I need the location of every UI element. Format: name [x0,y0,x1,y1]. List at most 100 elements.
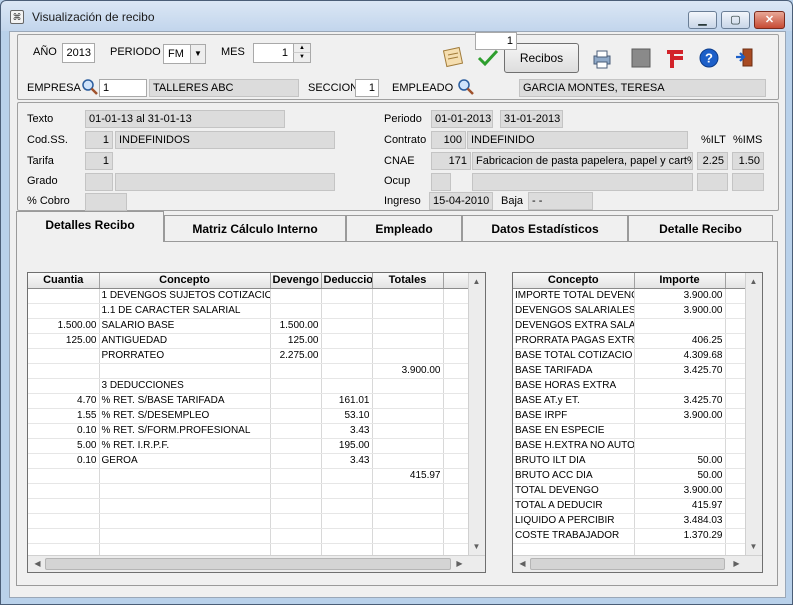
detail-grid[interactable]: CuantiaConceptoDevengoDeduccionTotales 1… [27,272,486,573]
scroll-up-icon[interactable]: ▲ [746,274,761,289]
table-row[interactable]: BRUTO ACC DIA 50.00 [513,468,746,484]
column-header[interactable]: Totales [372,273,444,289]
table-row[interactable]: DEVENGOS SALARIALES 3.900.00 [513,303,746,319]
scroll-left-icon[interactable]: ◀ [515,556,530,571]
column-header[interactable]: Devengo [270,273,322,289]
tab-detalle-recibo[interactable]: Detalle Recibo [628,215,773,241]
month-stepper[interactable]: 1 ▲ ▼ [253,43,311,63]
table-row[interactable]: BASE IRPF 3.900.00 [513,408,746,424]
column-header[interactable]: Deduccion [321,273,373,289]
table-row[interactable]: LIQUIDO A PERCIBIR 3.484.03 [513,513,746,529]
section-label: SECCION [308,82,359,94]
table-cell [270,423,322,439]
table-cell-filler [443,318,469,334]
table-cell [372,498,444,514]
table-cell [270,393,322,409]
table-cell [372,453,444,469]
scroll-down-icon[interactable]: ▼ [469,539,484,554]
table-row[interactable]: 1.1 DE CARACTER SALARIAL [28,303,469,319]
scroll-right-icon[interactable]: ▶ [729,556,744,571]
scroll-down-icon[interactable]: ▼ [746,539,761,554]
table-row[interactable]: TOTAL DEVENGO 3.900.00 [513,483,746,499]
table-row[interactable]: BASE HORAS EXTRA [513,378,746,394]
help-icon[interactable]: ? [699,48,723,72]
table-row[interactable]: PRORRATEO 2.275.00 [28,348,469,364]
summary-grid[interactable]: Concepto Importe IMPORTE TOTAL DEVENG 3.90… [512,272,763,573]
table-row[interactable]: 1.55% RET. S/DESEMPLEO 53.10 [28,408,469,424]
employee-code-input[interactable]: 1 [475,32,517,50]
ocup-ilt [697,173,728,191]
scroll-right-icon[interactable]: ▶ [452,556,467,571]
search-icon[interactable] [81,78,99,96]
scroll-thumb[interactable] [530,558,725,570]
column-header[interactable]: Concepto [99,273,271,289]
svg-text:?: ? [705,51,713,66]
column-header[interactable]: Concepto [513,273,635,289]
table-cell: BASE TARIFADA [513,363,635,379]
stepper-up-icon[interactable]: ▲ [293,44,310,53]
stop-icon[interactable] [630,48,654,72]
column-header[interactable]: Cuantia [28,273,100,289]
stepper-down-icon[interactable]: ▼ [293,53,310,62]
table-cell-filler [725,363,746,379]
minimize-button[interactable]: ▁ [688,11,717,29]
table-row[interactable]: PRORRATA PAGAS EXTRA 406.25 [513,333,746,349]
table-cell [28,363,100,379]
exit-icon[interactable] [734,47,758,71]
maximize-button[interactable]: ▢ [721,11,750,29]
table-row[interactable] [28,528,469,544]
table-row[interactable]: BASE H.EXTRA NO AUTO [513,438,746,454]
table-row[interactable]: DEVENGOS EXTRA SALAR [513,318,746,334]
summary-vscroll[interactable]: ▲ ▼ [745,273,762,555]
table-row[interactable]: 0.10 GEROA 3.43 [28,453,469,469]
company-code-input[interactable]: 1 [99,79,147,97]
summary-hscroll[interactable]: ◀ ▶ [513,555,762,572]
table-row[interactable]: 3 DEDUCCIONES [28,378,469,394]
search-icon[interactable] [457,78,475,96]
table-row[interactable]: BASE TARIFADA 3.425.70 [513,363,746,379]
table-row[interactable]: 5.00% RET. I.R.P.F. 195.00 [28,438,469,454]
table-row[interactable]: 1.500.00 SALARIO BASE 1.500.00 [28,318,469,334]
table-row[interactable]: BASE TOTAL COTIZACIO 4.309.68 [513,348,746,364]
year-input[interactable]: 2013 [62,43,95,63]
table-cell [321,513,373,529]
cnae-label: CNAE [384,155,415,167]
tab-datos-estadisticos[interactable]: Datos Estadísticos [462,215,628,241]
scroll-thumb[interactable] [45,558,451,570]
detail-hscroll[interactable]: ◀ ▶ [28,555,485,572]
table-row[interactable] [28,513,469,529]
table-row[interactable]: BRUTO ILT DIA 50.00 [513,453,746,469]
notes-icon[interactable] [442,44,466,68]
table-row[interactable]: 3.900.00 [28,363,469,379]
period-select[interactable]: FM ▼ [163,44,206,64]
period-select-value: FM [168,48,184,60]
chevron-down-icon[interactable]: ▼ [190,45,205,63]
table-row[interactable] [28,483,469,499]
column-header[interactable]: Importe [634,273,726,289]
scroll-left-icon[interactable]: ◀ [30,556,45,571]
table-row[interactable]: BASE AT.y ET. 3.425.70 [513,393,746,409]
table-row[interactable]: TOTAL A DEDUCIR 415.97 [513,498,746,514]
tab-empleado[interactable]: Empleado [346,215,462,241]
tab-matriz-calculo[interactable]: Matriz Cálculo Interno [164,215,346,241]
close-button[interactable]: ✕ [754,11,785,29]
table-cell [372,483,444,499]
table-row[interactable]: 0.10% RET. S/FORM.PROFESIONAL 3.43 [28,423,469,439]
tab-detalles-recibo[interactable]: Detalles Recibo [16,211,164,242]
table-row[interactable]: 415.97 [28,468,469,484]
printer-icon[interactable] [590,47,614,71]
section-input[interactable]: 1 [355,79,379,97]
table-row[interactable]: COSTE TRABAJADOR 1.370.29 [513,528,746,544]
table-row[interactable] [28,498,469,514]
table-row[interactable]: 1 DEVENGOS SUJETOS COTIZACION [28,288,469,304]
detail-vscroll[interactable]: ▲ ▼ [468,273,485,555]
flag-icon[interactable] [665,48,689,72]
table-cell-filler [443,378,469,394]
table-row[interactable]: BASE EN ESPECIE [513,423,746,439]
table-row[interactable]: IMPORTE TOTAL DEVENG 3.900.00 [513,288,746,304]
table-row[interactable]: 125.00 ANTIGUEDAD 125.00 [28,333,469,349]
table-cell: 4.70 [28,393,100,409]
table-cell-filler [443,348,469,364]
scroll-up-icon[interactable]: ▲ [469,274,484,289]
table-row[interactable]: 4.70% RET. S/BASE TARIFADA 161.01 [28,393,469,409]
